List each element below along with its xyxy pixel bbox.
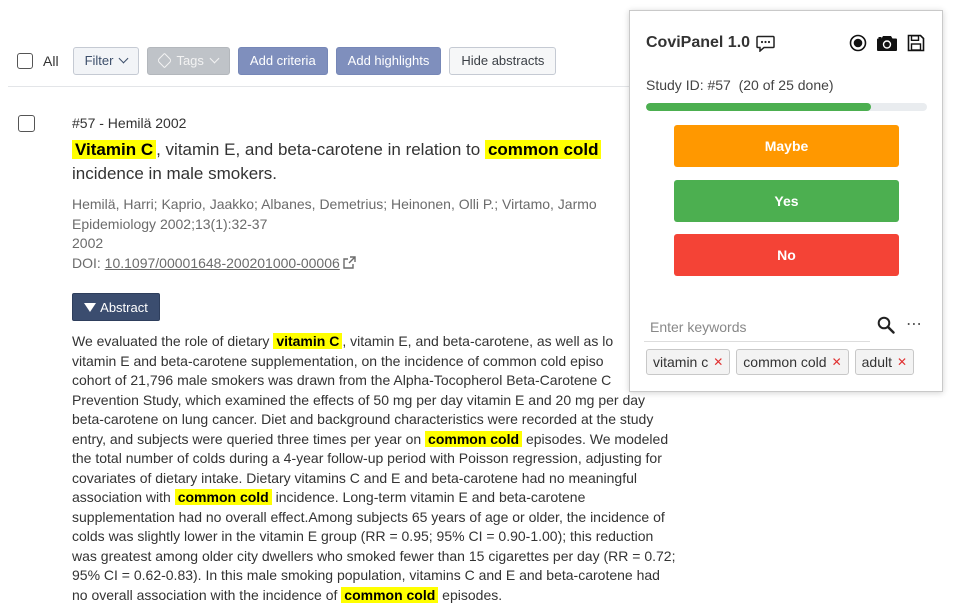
title-text: incidence in male smokers. [72,164,278,183]
abstract-line: vitamin E and beta-carotene supplementat… [72,352,702,372]
keyword-chip-label: adult [861,354,892,370]
panel-study-id: Study ID: #57 [646,77,731,93]
keyword-highlight: common cold [425,430,523,447]
tags-button-label: Tags [176,53,204,68]
study-id-line: #57 - Hemilä 2002 [72,115,187,131]
abstract-text: colds was slightly lower in the vitamin … [72,528,654,544]
doi-link[interactable]: 10.1097/00001648-200201000-00006 [105,255,340,271]
abstract-text: was greatest among older city dwellers w… [72,547,676,564]
abstract-text: cohort of 21,796 male smokers was drawn … [72,372,612,388]
no-button[interactable]: No [674,234,899,276]
select-all-label: All [43,52,59,69]
chevron-down-icon [119,53,129,64]
abstract-text: the total number of colds during a 4-yea… [72,450,662,466]
chevron-down-icon [209,53,220,64]
keyword-highlight: Vitamin C [72,140,157,159]
title-text: , vitamin E, and beta-carotene in relati… [156,140,485,159]
keyword-chip: common cold ✕ [736,349,849,375]
select-all-checkbox[interactable] [17,52,33,69]
keyword-chips: vitamin c ✕ common cold ✕ adult ✕ [646,349,915,375]
keyword-highlight: common cold [484,140,602,159]
abstract-text: incidence. Long-term vitamin E and beta-… [271,489,586,505]
study-title[interactable]: Vitamin C, vitamin E, and beta-carotene … [72,138,652,186]
hide-abstracts-button[interactable]: Hide abstracts [449,46,557,75]
abstract-text: entry, and subjects were queried three t… [72,430,426,447]
keywords-input[interactable] [644,312,870,342]
keyword-chip: vitamin c ✕ [646,349,731,375]
abstract-line: the total number of colds during a 4-yea… [72,449,702,469]
abstract-line: We evaluated the role of dietary vitamin… [72,332,702,352]
abstract-text: episodes. [438,586,503,603]
remove-keyword-icon[interactable]: ✕ [713,355,723,369]
panel-title: CoviPanel 1.0 [646,34,751,51]
study-doi-line: DOI: 10.1097/00001648-200201000-00006 [72,254,597,274]
abstract-line: was greatest among older city dwellers w… [72,547,702,567]
abstract-text: supplementation had no overall effect.Am… [72,508,665,525]
abstract-text: We evaluated the role of dietary [72,333,274,349]
keyword-chip-label: common cold [743,354,827,370]
abstract-line: association with common cold incidence. … [72,488,702,508]
abstract-text: episodes. We modeled [522,430,669,447]
panel-title-row: CoviPanel 1.0 [646,34,775,52]
keyword-chip-label: vitamin c [653,354,709,370]
maybe-button[interactable]: Maybe [674,125,899,167]
camera-icon[interactable] [876,34,898,52]
abstract-text: association with [72,489,175,505]
abstract-text: beta-carotene on lung cancer. Diet and b… [72,411,654,427]
study-journal: Epidemiology 2002;13(1):32-37 [72,215,268,232]
tags-button[interactable]: Tags [147,46,230,75]
save-icon[interactable] [907,34,925,52]
abstract-line: beta-carotene on lung cancer. Diet and b… [72,410,702,430]
study-authors: Hemilä, Harri; Kaprio, Jaakko; Albanes, … [72,196,597,212]
abstract-line: Prevention Study, which examined the eff… [72,391,702,411]
study-select-checkbox[interactable] [18,115,35,132]
abstract-line: colds was slightly lower in the vitamin … [72,527,702,547]
study-metadata: Hemilä, Harri; Kaprio, Jaakko; Albanes, … [72,195,597,273]
results-toolbar: All Filter Tags Add criteria Add highlig… [17,46,564,75]
caret-down-icon [84,302,97,312]
search-icon[interactable] [877,316,895,334]
study-abstract: We evaluated the role of dietary vitamin… [72,332,702,605]
abstract-text: no overall association with the incidenc… [72,586,342,603]
more-options-icon[interactable]: ⋯ [906,314,923,334]
add-criteria-button[interactable]: Add criteria [237,46,328,75]
remove-keyword-icon[interactable]: ✕ [832,355,842,369]
abstract-text: , vitamin E, and beta-carotene, as well … [342,333,614,349]
tag-icon [157,52,173,69]
add-highlights-button[interactable]: Add highlights [335,46,442,75]
progress-bar [646,103,927,111]
abstract-line: entry, and subjects were queried three t… [72,430,702,450]
yes-button[interactable]: Yes [674,180,899,222]
abstract-text: vitamin E and beta-carotene supplementat… [72,352,604,369]
keyword-chip: adult ✕ [854,349,915,375]
abstract-text: covariates of dietary intake. Dietary vi… [72,469,637,486]
abstract-text: Prevention Study, which examined the eff… [72,391,646,408]
keyword-highlight: vitamin C [273,333,343,349]
record-icon[interactable] [849,34,867,52]
toolbar-divider [8,86,708,87]
study-year: 2002 [72,235,104,251]
chat-icon[interactable] [756,35,775,52]
filter-button[interactable]: Filter [72,46,140,75]
abstract-line: no overall association with the incidenc… [72,586,702,606]
abstract-line: covariates of dietary intake. Dietary vi… [72,469,702,489]
abstract-line: 95% CI = 0.62-0.83). In this male smokin… [72,566,702,586]
abstract-line: supplementation had no overall effect.Am… [72,508,702,528]
doi-label: DOI: [72,254,101,271]
panel-actions [849,34,925,52]
panel-study-status: Study ID: #57 (20 of 25 done) [646,77,834,93]
covipanel: CoviPanel 1.0 Study ID: #57 (20 of 25 do… [629,10,943,392]
abstract-toggle-label: Abstract [100,299,148,315]
keyword-highlight: common cold [341,586,439,603]
external-link-icon[interactable] [343,255,356,269]
abstract-line: cohort of 21,796 male smokers was drawn … [72,371,702,391]
abstract-toggle-button[interactable]: Abstract [72,293,160,321]
keyword-highlight: common cold [174,489,272,505]
panel-progress-text: (20 of 25 done) [738,77,834,93]
filter-button-label: Filter [84,53,114,68]
abstract-text: 95% CI = 0.62-0.83). In this male smokin… [72,567,660,583]
remove-keyword-icon[interactable]: ✕ [897,355,907,369]
progress-bar-fill [646,103,871,111]
